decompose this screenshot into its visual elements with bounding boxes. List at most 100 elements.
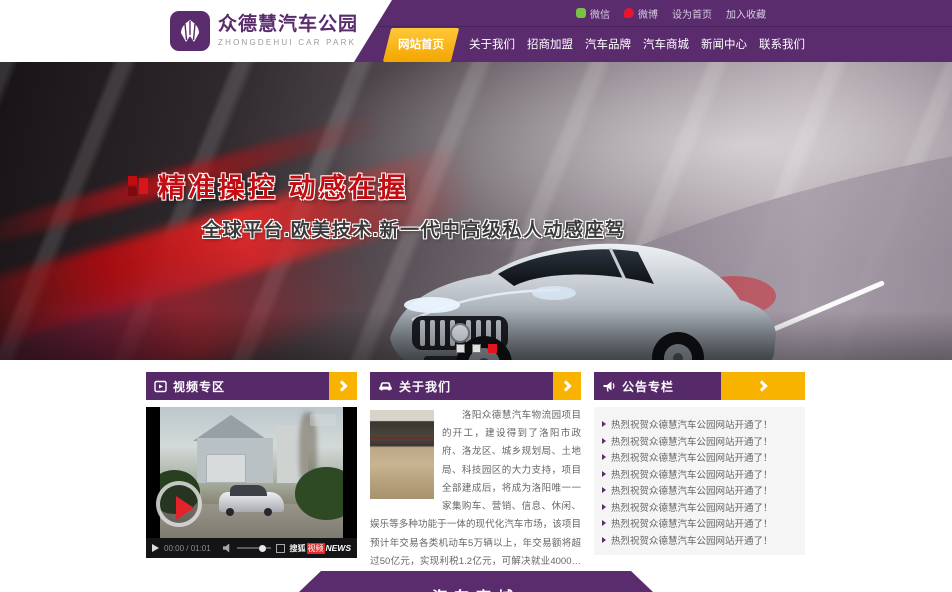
video-time: 00:00 / 01:01 bbox=[164, 544, 211, 553]
notice-item[interactable]: 热烈祝贺众德慧汽车公园网站开通了！ bbox=[602, 433, 797, 450]
notice-item[interactable]: 热烈祝贺众德慧汽车公园网站开通了！ bbox=[602, 482, 797, 499]
site-header: 微信 微博 设为首页 加入收藏 bbox=[0, 0, 952, 62]
garage-door bbox=[206, 454, 246, 483]
nav-item-label: 网站首页 bbox=[398, 28, 444, 62]
logo-subtitle: ZHONGDEHUI CAR PARK bbox=[218, 37, 358, 49]
volume-slider[interactable] bbox=[237, 547, 271, 549]
nav-item-label: 汽车品牌 bbox=[585, 39, 631, 51]
about-panel-header: 关于我们 bbox=[370, 372, 581, 400]
nav-item[interactable]: 汽车品牌 bbox=[579, 28, 637, 62]
banner-dot[interactable] bbox=[456, 344, 465, 353]
add-favorite-link[interactable]: 加入收藏 bbox=[726, 6, 766, 21]
nav-item-label: 联系我们 bbox=[759, 39, 805, 51]
bullet-arrow-icon bbox=[602, 438, 606, 444]
notice-panel: 公告专栏 热烈祝贺众德慧汽车公园网站开通了！ 热烈祝贺众德慧汽车公园网站开通了！… bbox=[594, 372, 805, 589]
wechat-icon bbox=[576, 8, 586, 18]
bullet-arrow-icon bbox=[602, 454, 606, 460]
logo-title: 众德慧汽车公园 bbox=[218, 13, 358, 37]
notice-item-text: 热烈祝贺众德慧汽车公园网站开通了！ bbox=[611, 467, 773, 481]
video-controls: 00:00 / 01:01 搜狐 视频 NEWS bbox=[146, 538, 357, 558]
bullet-arrow-icon bbox=[602, 471, 606, 477]
car-icon bbox=[378, 380, 393, 392]
nav-item[interactable]: 招商加盟 bbox=[521, 28, 579, 62]
banner-headline: 精准操控 动感在握 bbox=[158, 166, 409, 205]
bush bbox=[295, 467, 343, 519]
hero-banner: 精准操控 动感在握 全球平台.欧美技术.新一代中高级私人动感座驾 bbox=[0, 62, 952, 360]
weibo-link[interactable]: 微博 bbox=[624, 6, 658, 21]
about-panel-title: 关于我们 bbox=[399, 378, 451, 395]
notice-item[interactable]: 热烈祝贺众德慧汽车公园网站开通了！ bbox=[602, 416, 797, 433]
play-button[interactable] bbox=[156, 481, 202, 527]
notice-more-button[interactable] bbox=[721, 372, 805, 400]
brand-sohu: 搜狐 bbox=[290, 543, 306, 554]
nav-item[interactable]: 新闻中心 bbox=[695, 28, 753, 62]
fullscreen-icon[interactable] bbox=[276, 544, 285, 553]
notice-item[interactable]: 热烈祝贺众德慧汽车公园网站开通了！ bbox=[602, 515, 797, 532]
volume-icon[interactable] bbox=[223, 544, 232, 553]
nav-item[interactable]: 汽车商城 bbox=[637, 28, 695, 62]
weibo-label: 微博 bbox=[638, 6, 658, 21]
notice-item-text: 热烈祝贺众德慧汽车公园网站开通了！ bbox=[611, 516, 773, 530]
bullet-arrow-icon bbox=[602, 520, 606, 526]
banner-dot[interactable] bbox=[472, 344, 481, 353]
set-home-link[interactable]: 设为首页 bbox=[672, 6, 712, 21]
notice-item-text: 热烈祝贺众德慧汽车公园网站开通了！ bbox=[611, 434, 773, 448]
watermark bbox=[310, 414, 336, 426]
video-brand: 搜狐 视频 NEWS bbox=[290, 543, 352, 554]
nav-item[interactable]: 联系我们 bbox=[753, 28, 811, 62]
topbar: 微信 微博 设为首页 加入收藏 bbox=[576, 0, 766, 26]
megaphone-icon bbox=[602, 380, 616, 393]
video-more-button[interactable] bbox=[329, 372, 357, 400]
logo-text: 众德慧汽车公园 ZHONGDEHUI CAR PARK bbox=[218, 13, 358, 49]
video-icon bbox=[154, 380, 167, 393]
main-nav: 网站首页 关于我们 招商加盟 汽车品牌 汽车商城 新闻中心 联系我们 bbox=[384, 28, 811, 62]
site-logo[interactable]: 众德慧汽车公园 ZHONGDEHUI CAR PARK bbox=[170, 11, 358, 51]
notice-item-text: 热烈祝贺众德慧汽车公园网站开通了！ bbox=[611, 533, 773, 547]
notice-list: 热烈祝贺众德慧汽车公园网站开通了！ 热烈祝贺众德慧汽车公园网站开通了！ 热烈祝贺… bbox=[594, 407, 805, 555]
notice-panel-title: 公告专栏 bbox=[622, 378, 674, 395]
notice-item-text: 热烈祝贺众德慧汽车公园网站开通了！ bbox=[611, 500, 773, 514]
notice-item[interactable]: 热烈祝贺众德慧汽车公园网站开通了！ bbox=[602, 466, 797, 483]
bullet-arrow-icon bbox=[602, 537, 606, 543]
red-squares-icon bbox=[128, 176, 148, 196]
weibo-icon bbox=[624, 8, 634, 18]
play-icon[interactable] bbox=[152, 544, 159, 552]
content-area: 视频专区 00:00 bbox=[146, 372, 806, 589]
bullet-arrow-icon bbox=[602, 504, 606, 510]
thumbnail-car bbox=[219, 492, 285, 512]
bullet-arrow-icon bbox=[602, 487, 606, 493]
banner-pagination bbox=[0, 344, 952, 353]
nav-item-label: 新闻中心 bbox=[701, 39, 747, 51]
wechat-label: 微信 bbox=[590, 6, 610, 21]
banner-slogan: 精准操控 动感在握 全球平台.欧美技术.新一代中高级私人动感座驾 bbox=[128, 166, 626, 242]
notice-item-text: 热烈祝贺众德慧汽车公园网站开通了！ bbox=[611, 450, 773, 464]
banner-subline: 全球平台.欧美技术.新一代中高级私人动感座驾 bbox=[202, 215, 626, 242]
notice-item[interactable]: 热烈祝贺众德慧汽车公园网站开通了！ bbox=[602, 532, 797, 549]
about-body: 洛阳众德慧汽车物流园项目的开工，建设得到了洛阳市政府、洛龙区、城乡规划局、土地局… bbox=[370, 407, 581, 589]
nav-item-label: 招商加盟 bbox=[527, 39, 573, 51]
about-photo bbox=[370, 410, 434, 499]
video-panel-header: 视频专区 bbox=[146, 372, 357, 400]
brand-video: 视频 bbox=[307, 543, 325, 554]
page: 微信 微博 设为首页 加入收藏 bbox=[0, 0, 952, 592]
wechat-link[interactable]: 微信 bbox=[576, 6, 610, 21]
chevron-right-icon bbox=[560, 380, 571, 391]
about-panel: 关于我们 洛阳众德慧汽车物流园项目的开工，建设得到了洛阳市政府、洛龙区、城乡规划… bbox=[370, 372, 581, 589]
next-section-title: 汽车商城 bbox=[299, 586, 653, 592]
banner-dot[interactable] bbox=[488, 344, 497, 353]
notice-item[interactable]: 热烈祝贺众德慧汽车公园网站开通了！ bbox=[602, 449, 797, 466]
next-section-ribbon: 汽车商城 bbox=[299, 571, 653, 592]
nav-item[interactable]: 网站首页 bbox=[383, 28, 459, 62]
video-panel: 视频专区 00:00 bbox=[146, 372, 357, 589]
notice-item-text: 热烈祝贺众德慧汽车公园网站开通了！ bbox=[611, 417, 773, 431]
nav-item[interactable]: 关于我们 bbox=[463, 28, 521, 62]
logo-icon bbox=[170, 11, 210, 51]
chevron-right-icon bbox=[336, 380, 347, 391]
house-roof bbox=[193, 415, 269, 441]
about-more-button[interactable] bbox=[553, 372, 581, 400]
video-player[interactable]: 00:00 / 01:01 搜狐 视频 NEWS bbox=[146, 407, 357, 558]
bullet-arrow-icon bbox=[602, 421, 606, 427]
notice-item-text: 热烈祝贺众德慧汽车公园网站开通了！ bbox=[611, 483, 773, 497]
brand-news: NEWS bbox=[326, 543, 352, 553]
notice-item[interactable]: 热烈祝贺众德慧汽车公园网站开通了！ bbox=[602, 499, 797, 516]
